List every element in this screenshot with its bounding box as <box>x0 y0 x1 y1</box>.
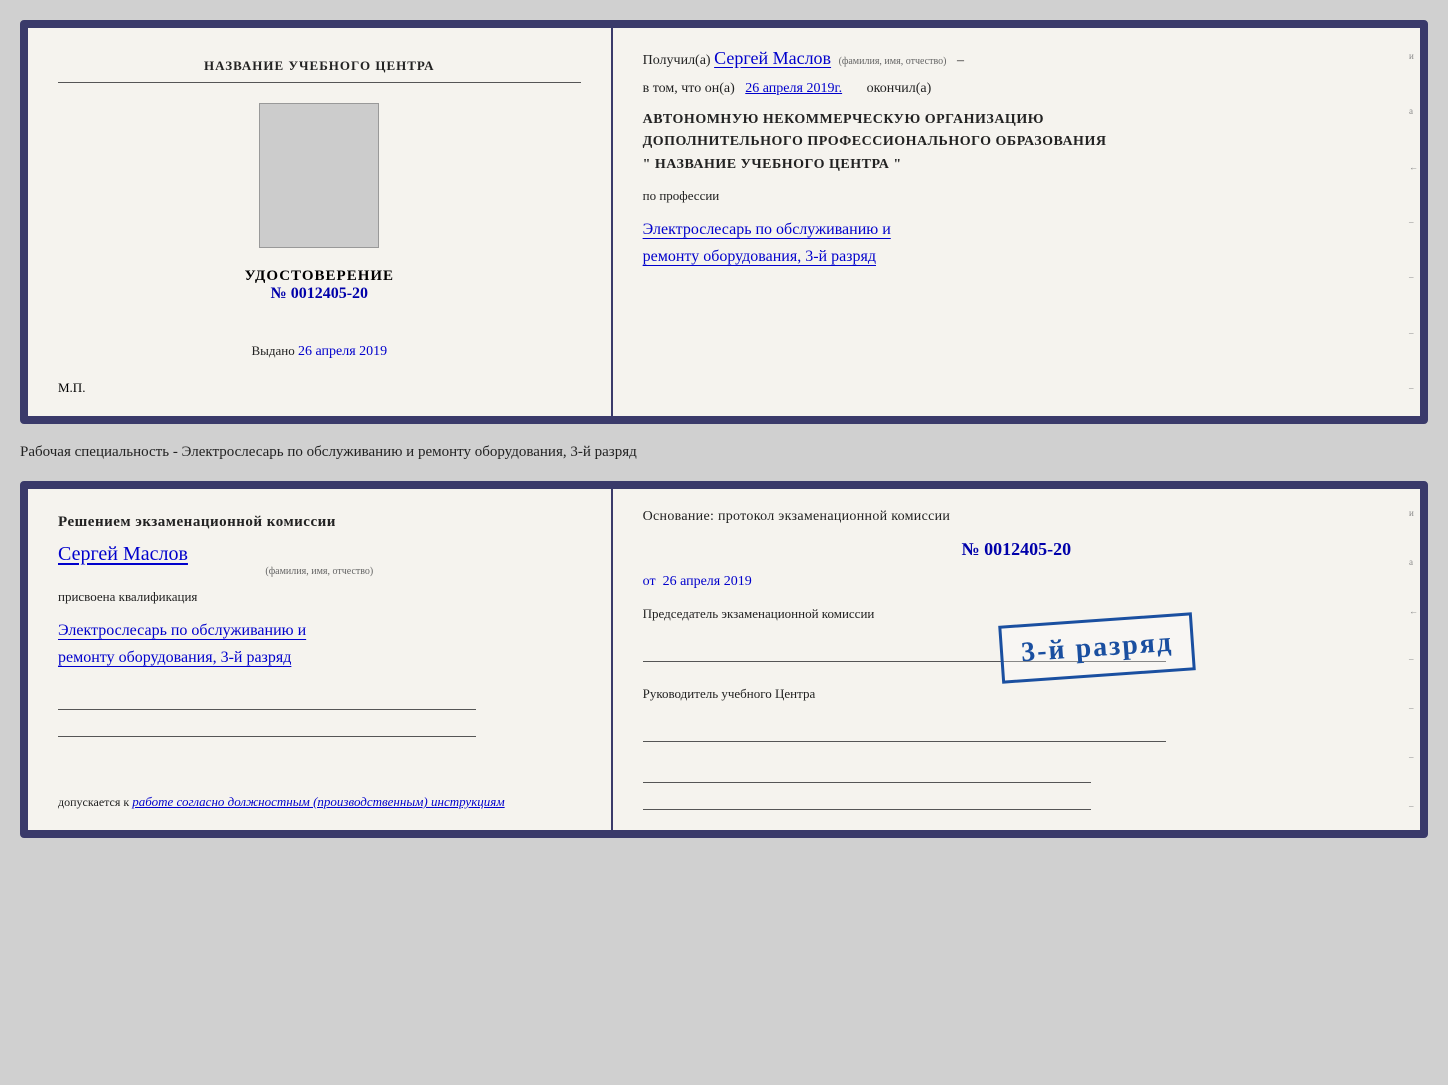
fio-subtitle: (фамилия, имя, отчество) <box>58 566 581 577</box>
protocol-number: № 0012405-20 <box>643 539 1390 560</box>
mp-label: М.П. <box>58 380 85 396</box>
in-that-line: в том, что он(а) 26 апреля 2019г. окончи… <box>643 81 1390 97</box>
name-subtitle-top: (фамилия, имя, отчество) <box>839 56 947 67</box>
cert-number: № 0012405-20 <box>245 285 395 303</box>
signature-lines <box>58 691 581 737</box>
recipient-name: Сергей Маслов <box>714 48 831 68</box>
allowed-label: допускается к работе согласно должностны… <box>58 794 581 810</box>
training-center-title: НАЗВАНИЕ УЧЕБНОГО ЦЕНТРА <box>58 58 581 83</box>
cert-title-block: УДОСТОВЕРЕНИЕ № 0012405-20 <box>245 268 395 303</box>
sig-line-2 <box>58 718 476 737</box>
protocol-date: от 26 апреля 2019 <box>643 574 1390 590</box>
cert-label: УДОСТОВЕРЕНИЕ <box>245 268 395 285</box>
basis-title: Основание: протокол экзаменационной коми… <box>643 509 1390 525</box>
assigned-label: присвоена квалификация <box>58 589 581 605</box>
profession-label: по профессии <box>643 188 1390 204</box>
cert-right-panel: Получил(а) Сергей Маслов (фамилия, имя, … <box>613 28 1420 416</box>
middle-label: Рабочая специальность - Электрослесарь п… <box>20 440 1428 465</box>
completion-date: 26 апреля 2019г. <box>745 81 842 96</box>
manager-label: Руководитель учебного Центра <box>643 684 1390 742</box>
cert-issued: Выдано 26 апреля 2019 <box>251 343 387 360</box>
cert-left-panel: НАЗВАНИЕ УЧЕБНОГО ЦЕНТРА УДОСТОВЕРЕНИЕ №… <box>28 28 613 416</box>
bottom-certificate-card: Решением экзаменационной комиссии Сергей… <box>20 481 1428 838</box>
right-edge-marks: и а ← – – – – <box>1409 28 1418 416</box>
person-name-large: Сергей Маслов <box>58 543 581 566</box>
manager-sig-line <box>643 722 1166 743</box>
sig-line-1 <box>58 691 476 710</box>
allowed-text: работе согласно должностным (производств… <box>132 794 504 809</box>
qualification-text: Электрослесарь по обслуживанию и ремонту… <box>58 617 581 671</box>
top-certificate-card: НАЗВАНИЕ УЧЕБНОГО ЦЕНТРА УДОСТОВЕРЕНИЕ №… <box>20 20 1428 424</box>
bottom-right-edge-marks: и а ← – – – – <box>1409 489 1418 830</box>
bottom-left-panel: Решением экзаменационной комиссии Сергей… <box>28 489 613 830</box>
bottom-sig-lines <box>643 764 1390 810</box>
org-name-block: АВТОНОМНУЮ НЕКОММЕРЧЕСКУЮ ОРГАНИЗАЦИЮ ДО… <box>643 109 1390 176</box>
photo-placeholder <box>259 103 379 248</box>
bottom-right-panel: Основание: протокол экзаменационной коми… <box>613 489 1420 830</box>
b-sig-line-2 <box>643 791 1091 810</box>
profession-text: Электрослесарь по обслуживанию и ремонту… <box>643 216 1390 270</box>
decision-title: Решением экзаменационной комиссии <box>58 514 581 531</box>
b-sig-line-1 <box>643 764 1091 783</box>
person-name-block: Сергей Маслов (фамилия, имя, отчество) <box>58 543 581 577</box>
document-container: НАЗВАНИЕ УЧЕБНОГО ЦЕНТРА УДОСТОВЕРЕНИЕ №… <box>20 20 1428 838</box>
recipient-line: Получил(а) Сергей Маслов (фамилия, имя, … <box>643 48 1390 69</box>
